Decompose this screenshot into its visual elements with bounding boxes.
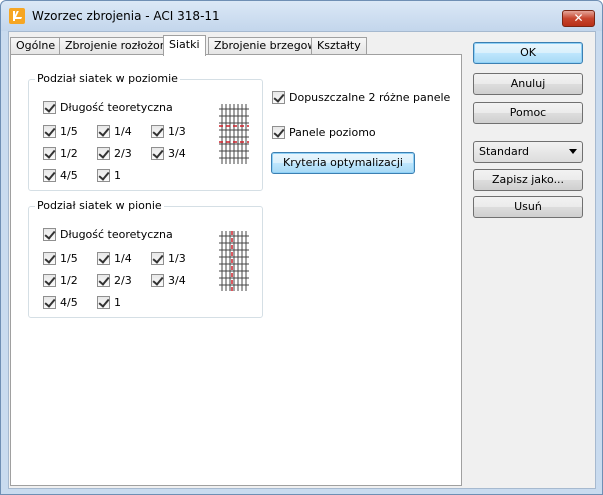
window-title: Wzorzec zbrojenia - ACI 318-11	[32, 9, 220, 23]
checkbox-label: 1/4	[114, 252, 132, 265]
optimization-criteria-button[interactable]: Kryteria optymalizacji	[271, 152, 415, 174]
checkbox-box[interactable]	[43, 125, 56, 138]
vertical-theoretical-checkbox[interactable]: Długość teoretyczna	[43, 228, 173, 241]
vertical-fraction-1-5[interactable]: 1/5	[43, 252, 78, 265]
checkbox-box[interactable]	[97, 169, 110, 182]
checkbox-label: Panele poziomo	[289, 126, 376, 139]
checkbox-box[interactable]	[43, 274, 56, 287]
dialog-client: Ogólne Zbrojenie rozłożone Siatki Zbroje…	[8, 31, 596, 489]
two-panels-checkbox[interactable]: Dopuszczalne 2 różne panele	[272, 91, 450, 104]
checkbox-label: 1/2	[60, 147, 78, 160]
tab-panel-meshes: Podział siatek w poziomie Długość teoret…	[10, 54, 462, 486]
checkbox-label: 3/4	[168, 274, 186, 287]
app-logo-icon	[9, 8, 25, 24]
vertical-fraction-4-5[interactable]: 4/5	[43, 296, 78, 309]
checkbox-label: 2/3	[114, 274, 132, 287]
vertical-fraction-1-2[interactable]: 1/2	[43, 274, 78, 287]
tab-shapes[interactable]: Kształty	[311, 37, 367, 55]
checkbox-label: 4/5	[60, 296, 78, 309]
checkbox-box[interactable]	[151, 147, 164, 160]
checkbox-box[interactable]	[43, 147, 56, 160]
checkbox-label: 2/3	[114, 147, 132, 160]
chevron-down-icon	[569, 149, 577, 154]
checkbox-label: 1/5	[60, 125, 78, 138]
cancel-button[interactable]: Anuluj	[473, 73, 583, 95]
tab-general[interactable]: Ogólne	[10, 37, 62, 55]
checkbox-label: Długość teoretyczna	[60, 101, 173, 114]
vertical-mesh-preview-icon	[219, 231, 249, 291]
group-horizontal-title: Podział siatek w poziomie	[35, 72, 180, 85]
checkbox-label: 4/5	[60, 169, 78, 182]
checkbox-label: 1/4	[114, 125, 132, 138]
vertical-fraction-2-3[interactable]: 2/3	[97, 274, 132, 287]
title-bar[interactable]: Wzorzec zbrojenia - ACI 318-11 ✕	[1, 1, 602, 31]
delete-button[interactable]: Usuń	[473, 196, 583, 218]
checkbox-box[interactable]	[97, 125, 110, 138]
vertical-fraction-3-4[interactable]: 3/4	[151, 274, 186, 287]
horizontal-fraction-1-2[interactable]: 1/2	[43, 147, 78, 160]
horizontal-fraction-1-5[interactable]: 1/5	[43, 125, 78, 138]
group-horizontal-division: Podział siatek w poziomie Długość teoret…	[28, 72, 263, 191]
checkbox-box[interactable]	[97, 274, 110, 287]
checkbox-label: 1	[114, 169, 121, 182]
horizontal-fraction-4-5[interactable]: 4/5	[43, 169, 78, 182]
template-select[interactable]: Standard	[473, 141, 583, 163]
checkbox-box[interactable]	[43, 252, 56, 265]
save-as-button[interactable]: Zapisz jako...	[473, 169, 583, 191]
checkbox-box[interactable]	[97, 252, 110, 265]
checkbox-box[interactable]	[97, 147, 110, 160]
tab-meshes[interactable]: Siatki	[163, 35, 206, 56]
horizontal-fraction-1-4[interactable]: 1/4	[97, 125, 132, 138]
horizontal-fraction-1-3[interactable]: 1/3	[151, 125, 186, 138]
checkbox-box[interactable]	[43, 228, 56, 241]
checkbox-label: 3/4	[168, 147, 186, 160]
checkbox-box[interactable]	[43, 169, 56, 182]
checkbox-box[interactable]	[43, 296, 56, 309]
horizontal-panels-checkbox[interactable]: Panele poziomo	[272, 126, 376, 139]
checkbox-label: 1/5	[60, 252, 78, 265]
checkbox-box[interactable]	[272, 126, 285, 139]
checkbox-label: 1/3	[168, 125, 186, 138]
horizontal-fraction-1[interactable]: 1	[97, 169, 121, 182]
dialog-window: Wzorzec zbrojenia - ACI 318-11 ✕ Ogólne …	[0, 0, 603, 495]
close-button[interactable]: ✕	[562, 10, 595, 27]
checkbox-label: Długość teoretyczna	[60, 228, 173, 241]
checkbox-box[interactable]	[151, 125, 164, 138]
checkbox-label: 1/3	[168, 252, 186, 265]
checkbox-box[interactable]	[43, 101, 56, 114]
checkbox-box[interactable]	[272, 91, 285, 104]
horizontal-theoretical-checkbox[interactable]: Długość teoretyczna	[43, 101, 173, 114]
group-vertical-title: Podział siatek w pionie	[35, 199, 164, 212]
vertical-fraction-1-3[interactable]: 1/3	[151, 252, 186, 265]
ok-button[interactable]: OK	[473, 42, 583, 64]
horizontal-fraction-2-3[interactable]: 2/3	[97, 147, 132, 160]
tab-distributed-reinforcement[interactable]: Zbrojenie rozłożone	[59, 37, 180, 55]
horizontal-fraction-3-4[interactable]: 3/4	[151, 147, 186, 160]
horizontal-mesh-preview-icon	[219, 104, 249, 164]
checkbox-box[interactable]	[151, 274, 164, 287]
checkbox-label: 1	[114, 296, 121, 309]
checkbox-label: Dopuszczalne 2 różne panele	[289, 91, 451, 104]
checkbox-label: 1/2	[60, 274, 78, 287]
checkbox-box[interactable]	[151, 252, 164, 265]
vertical-fraction-1-4[interactable]: 1/4	[97, 252, 132, 265]
help-button[interactable]: Pomoc	[473, 102, 583, 124]
checkbox-box[interactable]	[97, 296, 110, 309]
template-select-value: Standard	[479, 145, 530, 158]
group-vertical-division: Podział siatek w pionie Długość teoretyc…	[28, 199, 263, 318]
vertical-fraction-1[interactable]: 1	[97, 296, 121, 309]
